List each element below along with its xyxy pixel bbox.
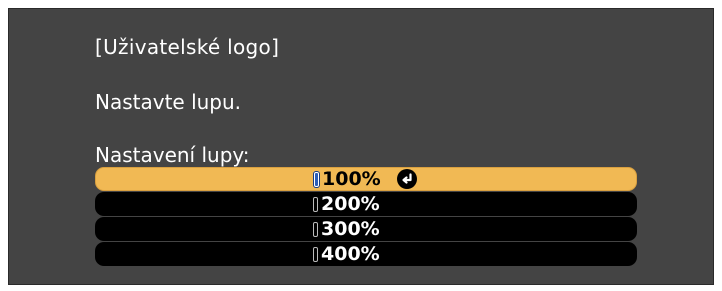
zoom-option-label: 300% bbox=[321, 218, 380, 240]
zoom-option-label: 100% bbox=[322, 168, 381, 190]
zoom-option-400[interactable]: 400% bbox=[95, 242, 637, 266]
zoom-option-label: 200% bbox=[321, 193, 380, 215]
enter-icon bbox=[396, 169, 417, 189]
menu-title: [Uživatelské logo] bbox=[95, 35, 280, 59]
zoom-option-200[interactable]: 200% bbox=[95, 192, 637, 216]
instruction-text: Nastavte lupu. bbox=[95, 90, 242, 114]
zoom-setting-label: Nastavení lupy: bbox=[95, 143, 250, 167]
zoom-option-label: 400% bbox=[321, 243, 380, 265]
zoom-option-100[interactable]: 100% bbox=[95, 167, 637, 191]
zoom-option-300[interactable]: 300% bbox=[95, 217, 637, 241]
zoom-options-list: 100% 200% 300% 400% bbox=[95, 167, 637, 267]
selected-indicator-icon bbox=[314, 171, 319, 187]
unselected-indicator-icon bbox=[313, 196, 318, 212]
projector-menu-screen: [Uživatelské logo] Nastavte lupu. Nastav… bbox=[8, 8, 714, 285]
unselected-indicator-icon bbox=[313, 246, 318, 262]
unselected-indicator-icon bbox=[313, 221, 318, 237]
